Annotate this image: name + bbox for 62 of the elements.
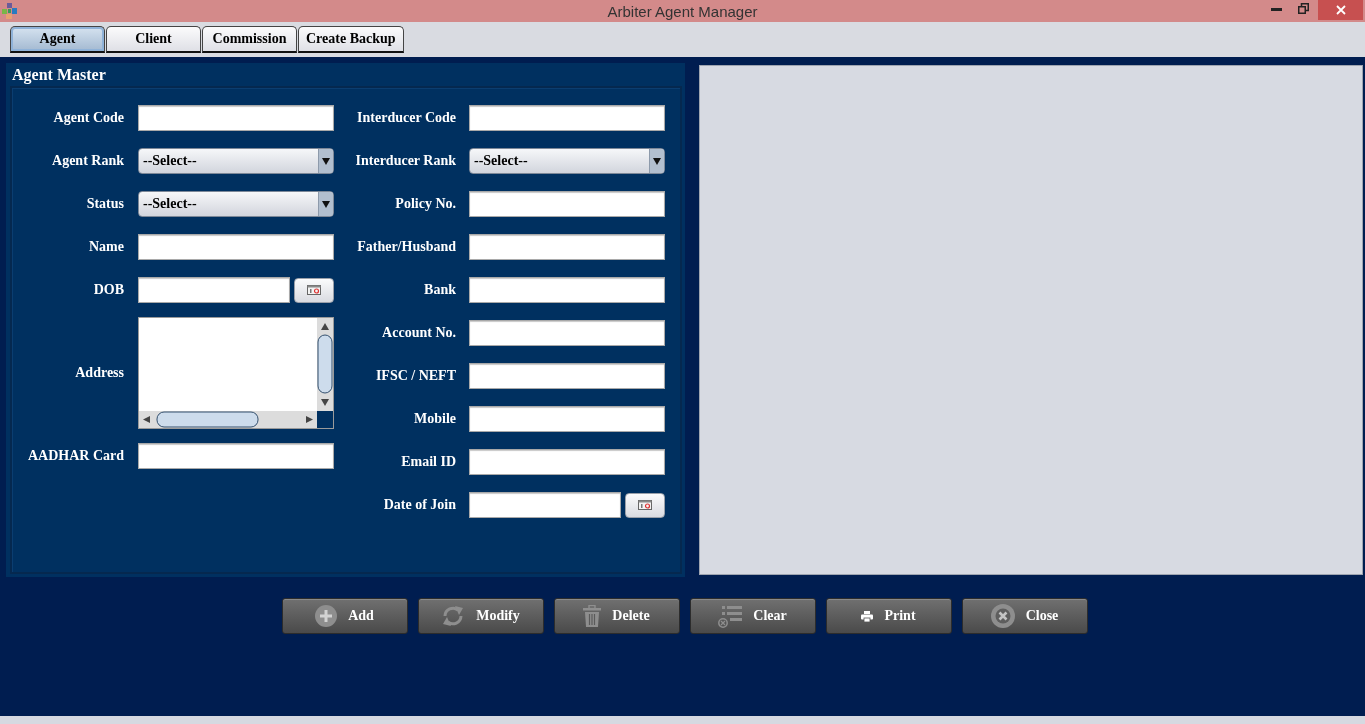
field-label: AADHAR Card xyxy=(26,448,124,464)
modify-button[interactable]: Modify xyxy=(417,598,544,634)
clear-button[interactable]: Clear xyxy=(689,598,816,634)
horizontal-scrollbar[interactable] xyxy=(139,411,317,428)
restore-icon[interactable] xyxy=(1298,3,1309,14)
tab[interactable]: Agent xyxy=(10,26,105,53)
calendar-button[interactable] xyxy=(294,277,334,303)
tab[interactable]: Create Backup xyxy=(298,26,404,53)
window-close-button[interactable] xyxy=(1318,0,1363,20)
field-label: Father/Husband xyxy=(356,239,456,255)
field-label: Email ID xyxy=(400,454,456,470)
dropdown[interactable]: --Select-- xyxy=(138,148,334,174)
trash-icon xyxy=(583,605,602,627)
date-field[interactable] xyxy=(138,277,290,303)
dropdown[interactable]: --Select-- xyxy=(469,148,665,174)
window-title: Arbiter Agent Manager xyxy=(607,2,758,20)
text-field[interactable] xyxy=(469,449,665,475)
field-label: Status xyxy=(85,196,124,212)
x-circle-icon xyxy=(990,604,1015,628)
field-label: Bank xyxy=(423,282,456,298)
printer-icon xyxy=(861,610,874,622)
text-field[interactable] xyxy=(469,320,665,346)
list-clear-icon xyxy=(718,604,743,628)
field-label: Agent Rank xyxy=(51,153,124,169)
app-logo-icon xyxy=(2,3,18,19)
add-button[interactable]: Add xyxy=(281,598,408,634)
close-button[interactable]: Close xyxy=(961,598,1088,634)
field-label: Mobile xyxy=(413,411,456,427)
text-area[interactable] xyxy=(138,317,334,429)
text-field[interactable] xyxy=(469,105,665,131)
text-field[interactable] xyxy=(469,406,665,432)
tab[interactable]: Client xyxy=(106,26,201,53)
field-label: Policy No. xyxy=(394,196,456,212)
field-label: DOB xyxy=(92,282,124,298)
field-label: Address xyxy=(74,365,124,381)
field-label: Agent Code xyxy=(52,110,124,126)
field-label: Interducer Code xyxy=(356,110,456,126)
text-field[interactable] xyxy=(138,105,334,131)
field-label: Date of Join xyxy=(382,497,456,513)
refresh-icon xyxy=(441,605,466,627)
vertical-scrollbar[interactable] xyxy=(317,318,333,411)
field-label: Account No. xyxy=(381,325,456,341)
panel-title: Agent Master xyxy=(12,65,106,86)
text-field[interactable] xyxy=(469,191,665,217)
text-field[interactable] xyxy=(469,277,665,303)
text-field[interactable] xyxy=(138,443,334,469)
text-field[interactable] xyxy=(138,234,334,260)
text-field[interactable] xyxy=(469,234,665,260)
tab[interactable]: Commission xyxy=(202,26,297,53)
calendar-icon xyxy=(638,500,652,510)
field-label: Name xyxy=(88,239,124,255)
calendar-button[interactable] xyxy=(625,492,665,518)
dropdown[interactable]: --Select-- xyxy=(138,191,334,217)
delete-button[interactable]: Delete xyxy=(553,598,680,634)
close-icon xyxy=(1335,5,1346,15)
print-button[interactable]: Print xyxy=(825,598,952,634)
text-field[interactable] xyxy=(469,363,665,389)
calendar-icon xyxy=(307,285,321,295)
field-label: Interducer Rank xyxy=(354,153,456,169)
field-label: IFSC / NEFT xyxy=(374,368,456,384)
date-field[interactable] xyxy=(469,492,621,518)
plus-circle-icon xyxy=(315,605,338,627)
